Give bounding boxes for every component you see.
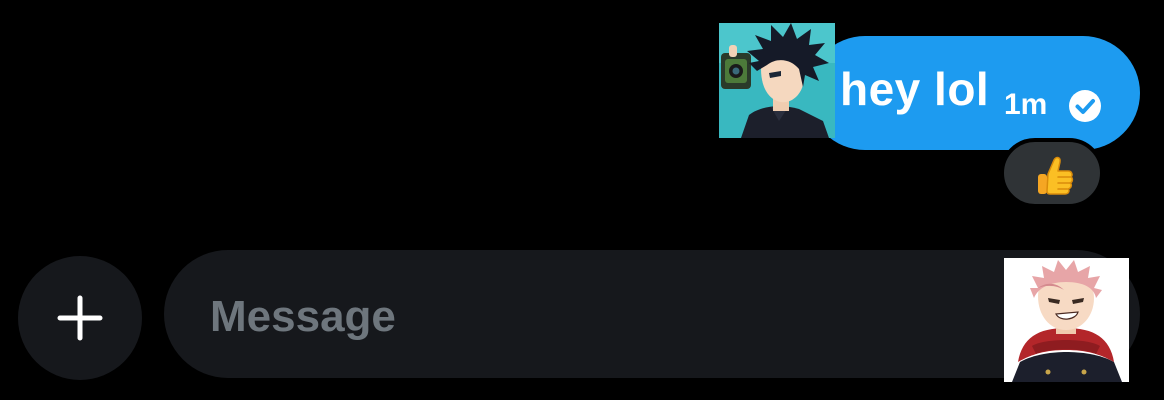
- message-reaction[interactable]: [1000, 138, 1104, 208]
- thumbs-up-emoji: [1038, 156, 1074, 195]
- check-circle-icon: [1069, 90, 1101, 122]
- sender-avatar[interactable]: [719, 23, 835, 138]
- anime-avatar-pink-hair-icon: [1004, 258, 1129, 382]
- anime-avatar-dark-hair-icon: [719, 23, 835, 138]
- message-text: hey lol: [840, 63, 990, 115]
- message-timestamp: 1m: [1004, 88, 1048, 121]
- my-avatar[interactable]: [1004, 258, 1129, 382]
- dm-conversation: hey lol 1m Message: [0, 0, 1164, 400]
- plus-icon: [57, 295, 103, 341]
- message-input[interactable]: Message: [164, 250, 1140, 378]
- message-input-placeholder: Message: [210, 292, 396, 341]
- message-bubble[interactable]: hey lol 1m: [808, 36, 1140, 150]
- add-attachment-button[interactable]: [18, 256, 142, 380]
